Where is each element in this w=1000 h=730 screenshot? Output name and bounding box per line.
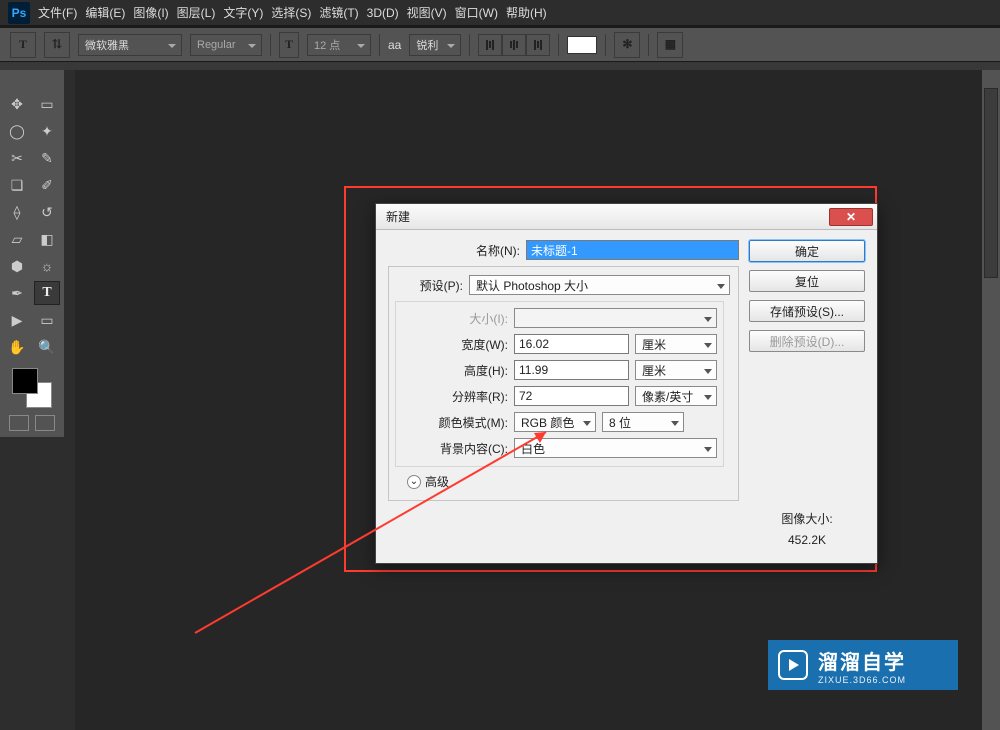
shape-tool[interactable]: ▭	[34, 308, 60, 332]
menu-help[interactable]: 帮助(H)	[506, 4, 547, 21]
zoom-tool[interactable]: 🔍	[34, 335, 60, 359]
size-select	[514, 308, 717, 328]
height-unit-select[interactable]: 厘米	[635, 360, 717, 380]
eyedropper-tool[interactable]: ✎	[34, 146, 60, 170]
menu-layer[interactable]: 图层(L)	[177, 4, 216, 21]
pen-tool[interactable]: ✒	[4, 281, 30, 305]
brush-tool[interactable]: ✐	[34, 173, 60, 197]
color-fgbg[interactable]	[12, 368, 52, 408]
history-brush-tool[interactable]: ↺	[34, 200, 60, 224]
preset-label: 预设(P):	[389, 277, 463, 294]
bit-depth-select[interactable]: 8 位	[602, 412, 684, 432]
hand-tool[interactable]: ✋	[4, 335, 30, 359]
width-label: 宽度(W):	[396, 336, 508, 353]
eraser-tool[interactable]: ▱	[4, 227, 30, 251]
lasso-tool[interactable]: ◯	[4, 119, 30, 143]
path-selection-tool[interactable]: ▶	[4, 308, 30, 332]
align-right-button[interactable]	[526, 34, 550, 56]
menu-bar: Ps 文件(F) 编辑(E) 图像(I) 图层(L) 文字(Y) 选择(S) 滤…	[0, 0, 1000, 25]
dialog-titlebar[interactable]: 新建 ✕	[376, 204, 877, 230]
advanced-label: 高级	[425, 473, 449, 490]
height-input[interactable]: 11.99	[514, 360, 629, 380]
tool-preset-button[interactable]: T	[10, 32, 36, 58]
text-orientation-button[interactable]: ⇅	[44, 32, 70, 58]
menu-view[interactable]: 视图(V)	[407, 4, 447, 21]
save-preset-button[interactable]: 存储预设(S)...	[749, 300, 865, 322]
screen-mode-toggle[interactable]	[35, 415, 55, 431]
watermark: 溜溜自学 ZIXUE.3D66.COM	[768, 640, 958, 690]
new-document-dialog: 新建 ✕ 名称(N): 未标题-1 预设(P): 默认 Photoshop 大小…	[375, 203, 878, 564]
character-panel-button[interactable]: ▦	[657, 32, 683, 58]
bg-content-label: 背景内容(C):	[396, 440, 508, 457]
menu-text[interactable]: 文字(Y)	[223, 4, 263, 21]
menu-window[interactable]: 窗口(W)	[455, 4, 498, 21]
move-tool[interactable]: ✥	[4, 92, 30, 116]
font-size-icon: T	[279, 32, 299, 58]
options-bar: T ⇅ 微软雅黑 Regular T 12 点 aa 锐利 ✻ ▦	[0, 28, 1000, 62]
menu-filter[interactable]: 滤镜(T)	[319, 4, 358, 21]
close-button[interactable]: ✕	[829, 208, 873, 226]
crop-tool[interactable]: ✂	[4, 146, 30, 170]
foreground-color-swatch[interactable]	[12, 368, 38, 394]
image-size-label: 图像大小:	[749, 510, 865, 527]
reset-button[interactable]: 复位	[749, 270, 865, 292]
watermark-title: 溜溜自学	[818, 646, 906, 675]
healing-brush-tool[interactable]: ❏	[4, 173, 30, 197]
image-size-value: 452.2K	[749, 533, 865, 547]
menu-file[interactable]: 文件(F)	[38, 4, 77, 21]
resolution-label: 分辨率(R):	[396, 388, 508, 405]
clone-stamp-tool[interactable]: ⟠	[4, 200, 30, 224]
font-style-select[interactable]: Regular	[190, 34, 262, 56]
text-color-swatch[interactable]	[567, 36, 597, 54]
text-align-group	[478, 34, 550, 56]
play-icon	[778, 650, 808, 680]
menu-select[interactable]: 选择(S)	[271, 4, 311, 21]
warp-text-button[interactable]: ✻	[614, 32, 640, 58]
quick-mask-toggle[interactable]	[9, 415, 29, 431]
watermark-subtitle: ZIXUE.3D66.COM	[818, 675, 906, 685]
width-unit-select[interactable]: 厘米	[635, 334, 717, 354]
magic-wand-tool[interactable]: ✦	[34, 119, 60, 143]
app-logo: Ps	[8, 2, 30, 24]
toolbox: ✥ ▭ ◯ ✦ ✂ ✎ ❏ ✐ ⟠ ↺ ▱ ◧ ⬢ ☼ ✒ T ▶ ▭ ✋ 🔍	[0, 70, 64, 437]
name-label: 名称(N):	[388, 242, 520, 259]
blur-tool[interactable]: ⬢	[4, 254, 30, 278]
gradient-tool[interactable]: ◧	[34, 227, 60, 251]
color-mode-label: 颜色模式(M):	[396, 414, 508, 431]
size-label: 大小(I):	[396, 310, 508, 327]
text-tool[interactable]: T	[34, 281, 60, 305]
dodge-tool[interactable]: ☼	[34, 254, 60, 278]
align-center-button[interactable]	[502, 34, 526, 56]
menu-image[interactable]: 图像(I)	[133, 4, 168, 21]
document-tab-strip	[0, 62, 1000, 70]
align-left-button[interactable]	[478, 34, 502, 56]
height-label: 高度(H):	[396, 362, 508, 379]
color-mode-select[interactable]: RGB 颜色	[514, 412, 596, 432]
width-input[interactable]: 16.02	[514, 334, 629, 354]
ok-button[interactable]: 确定	[749, 240, 865, 262]
dialog-title: 新建	[386, 208, 829, 225]
marquee-tool[interactable]: ▭	[34, 92, 60, 116]
resolution-unit-select[interactable]: 像素/英寸	[635, 386, 717, 406]
advanced-expander[interactable]: ⌄	[407, 475, 421, 489]
resolution-input[interactable]: 72	[514, 386, 629, 406]
font-family-select[interactable]: 微软雅黑	[78, 34, 182, 56]
font-size-select[interactable]: 12 点	[307, 34, 371, 56]
name-input[interactable]: 未标题-1	[526, 240, 739, 260]
antialias-label: aa	[388, 38, 401, 52]
preset-select[interactable]: 默认 Photoshop 大小	[469, 275, 730, 295]
delete-preset-button: 删除预设(D)...	[749, 330, 865, 352]
right-panel-strip	[982, 70, 1000, 730]
antialias-select[interactable]: 锐利	[409, 34, 461, 56]
menu-3d[interactable]: 3D(D)	[367, 6, 399, 20]
bg-content-select[interactable]: 白色	[514, 438, 717, 458]
menu-edit[interactable]: 编辑(E)	[85, 4, 125, 21]
